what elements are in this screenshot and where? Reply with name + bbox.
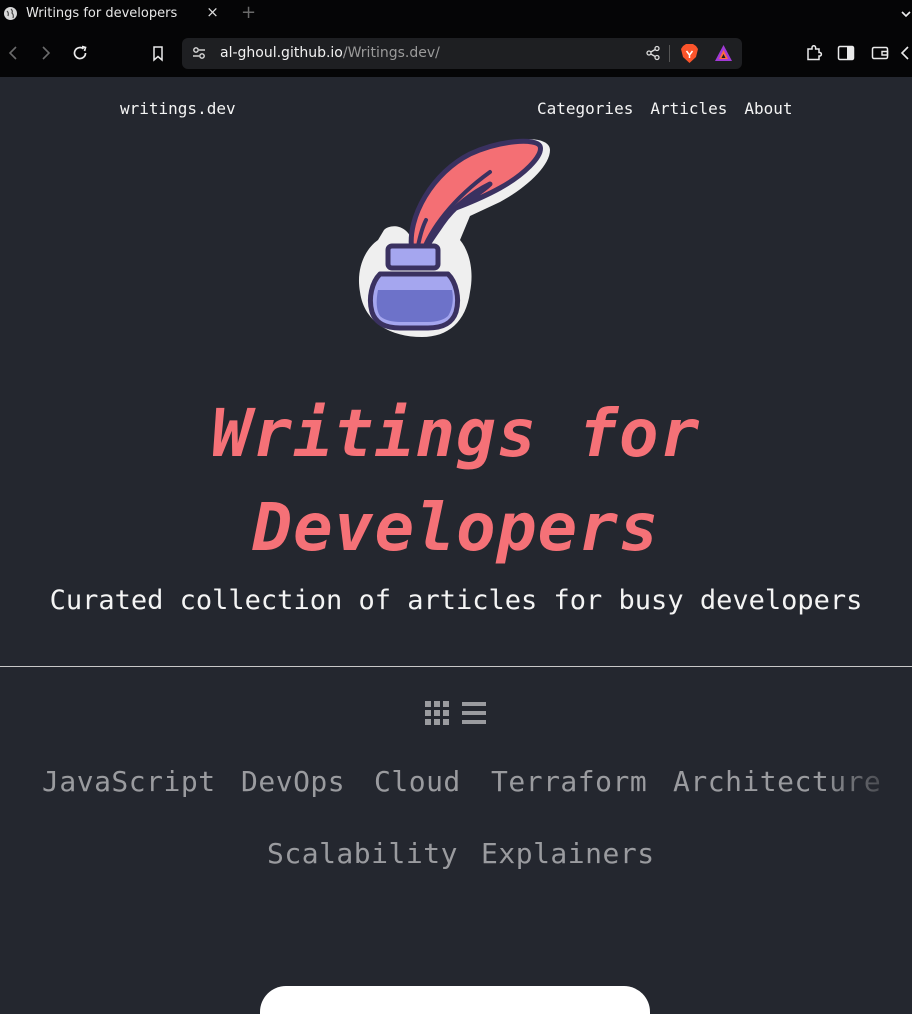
nav-categories-link[interactable]: Categories	[537, 99, 633, 118]
category-explainers[interactable]: Explainers	[481, 837, 655, 870]
bookmark-icon[interactable]	[148, 43, 168, 63]
quill-inkwell-logo	[350, 132, 560, 342]
page-content: writings.dev Categories Articles About W…	[0, 77, 912, 1014]
tab-close-button[interactable]: ×	[204, 4, 221, 21]
hero-title-line-2: Developers	[252, 489, 660, 566]
extensions-icon[interactable]	[804, 43, 824, 63]
list-view-icon[interactable]	[461, 700, 486, 725]
wallet-icon[interactable]	[870, 43, 890, 63]
menu-icon[interactable]	[898, 43, 912, 63]
site-brand-link[interactable]: writings.dev	[120, 99, 236, 118]
url-path: /Writings.dev/	[342, 45, 440, 61]
article-card[interactable]	[260, 986, 650, 1014]
tab-strip: Writings for developers × +	[0, 0, 912, 27]
globe-icon	[4, 7, 17, 20]
nav-articles-link[interactable]: Articles	[650, 99, 727, 118]
category-devops[interactable]: DevOps	[241, 765, 345, 798]
new-tab-button[interactable]: +	[240, 3, 257, 23]
section-divider	[0, 666, 912, 667]
site-nav: Categories Articles About	[537, 99, 793, 118]
category-terraform[interactable]: Terraform	[491, 765, 647, 798]
site-settings-icon[interactable]	[191, 45, 207, 65]
forward-button[interactable]	[36, 43, 56, 63]
grid-view-icon[interactable]	[424, 700, 449, 725]
back-button[interactable]	[3, 43, 23, 63]
tab-list-chevron-icon[interactable]	[900, 6, 912, 20]
url-text[interactable]: al-ghoul.github.io/Writings.dev/	[220, 45, 440, 61]
hero-subtitle: Curated collection of articles for busy …	[49, 585, 863, 616]
browser-tab[interactable]: Writings for developers ×	[0, 0, 228, 27]
category-cloud[interactable]: Cloud	[374, 765, 461, 798]
address-bar[interactable]: al-ghoul.github.io/Writings.dev/	[182, 38, 742, 69]
nav-about-link[interactable]: About	[744, 99, 792, 118]
hero-title: Writings for Developers	[0, 387, 912, 575]
tab-title: Writings for developers	[26, 6, 178, 21]
browser-toolbar: al-ghoul.github.io/Writings.dev/	[0, 27, 912, 77]
url-host: al-ghoul.github.io	[220, 45, 343, 61]
view-toggle	[424, 700, 486, 725]
category-scalability[interactable]: Scalability	[267, 837, 458, 870]
urlbar-separator	[669, 45, 670, 62]
category-architecture[interactable]: Architecture	[673, 765, 881, 798]
reload-button[interactable]	[70, 43, 90, 63]
hero-title-line-1: Writings for	[211, 395, 701, 472]
brave-rewards-icon[interactable]	[714, 44, 733, 67]
category-javascript[interactable]: JavaScript	[42, 765, 216, 798]
brave-shields-icon[interactable]	[680, 43, 699, 68]
share-icon[interactable]	[645, 45, 661, 65]
sidebar-toggle-icon[interactable]	[836, 43, 856, 63]
